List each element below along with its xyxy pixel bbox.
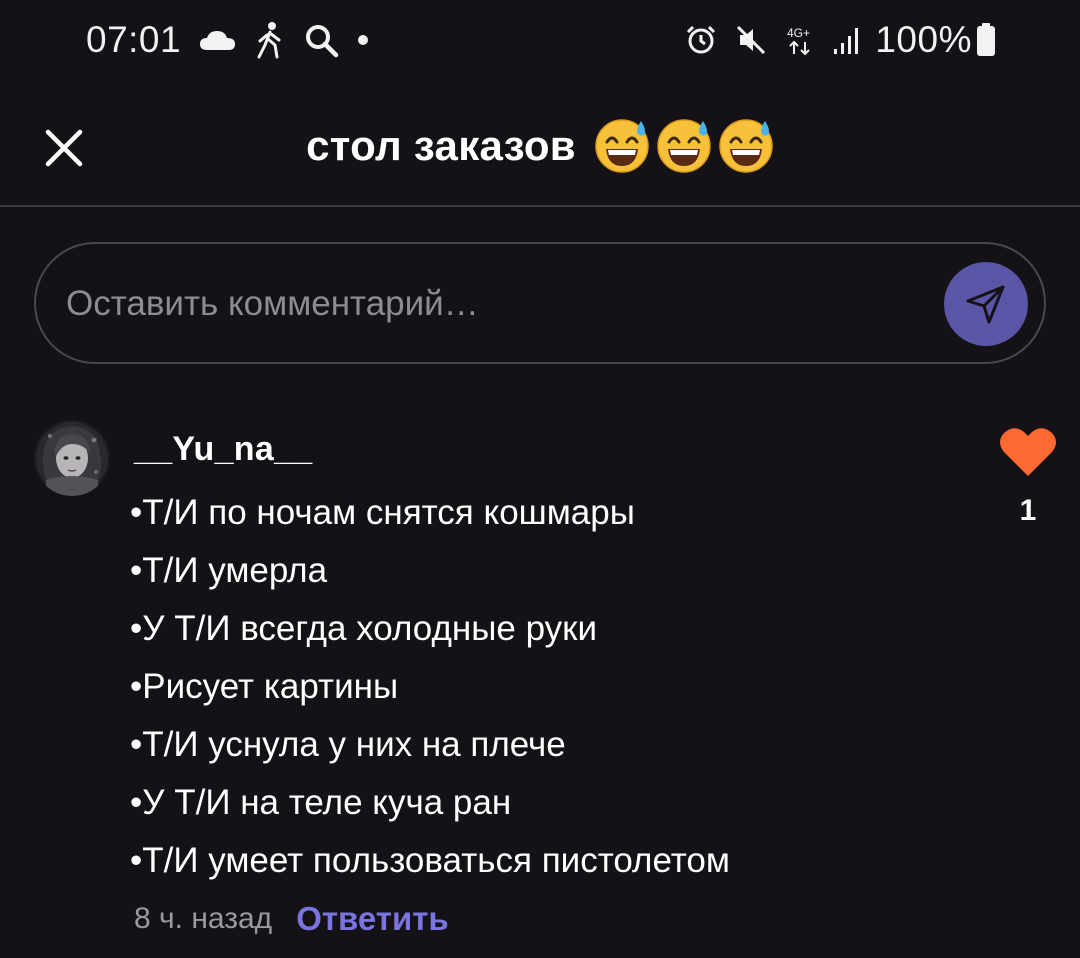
status-left: 07:01 (86, 16, 369, 64)
screen: 07:01 4G+ 100% стол заказов Оставить ком… (0, 0, 1080, 958)
heart-icon[interactable] (998, 426, 1058, 478)
sweat-smile-emoji-icon (719, 119, 773, 173)
comment-body: •Т/И по ночам снятся кошмары •Т/И умерла… (130, 488, 930, 894)
comment-line: •У Т/И всегда холодные руки (130, 609, 598, 648)
header-divider (0, 205, 1080, 207)
comment-input[interactable] (66, 268, 926, 340)
sweat-smile-emoji-icon (595, 119, 649, 173)
network-4g-icon: 4G+ (785, 24, 815, 56)
battery-percent: 100% (875, 19, 972, 60)
sweat-smile-emoji-icon (657, 119, 711, 173)
comment-username[interactable]: __Yu_na__ (134, 430, 313, 469)
status-right: 4G+ 100% (667, 16, 996, 64)
comment-line: •Т/И уснула у них на плече (130, 725, 566, 764)
status-time: 07:01 (86, 19, 182, 60)
header: стол заказов (0, 80, 1080, 206)
reply-button[interactable]: Ответить (296, 900, 449, 938)
alarm-icon (685, 24, 717, 56)
comment-timestamp: 8 ч. назад (134, 902, 273, 935)
page-title: стол заказов (306, 122, 576, 169)
cloud-icon (199, 28, 237, 52)
signal-icon (833, 25, 859, 55)
avatar-image (34, 420, 110, 496)
like-section: 1 (998, 426, 1058, 527)
comment-box[interactable] (34, 242, 1046, 364)
notification-dot-icon (357, 34, 369, 46)
walking-icon (255, 21, 285, 59)
status-bar: 07:01 4G+ 100% (0, 0, 1080, 80)
title-emojis (588, 118, 774, 174)
avatar[interactable] (34, 420, 110, 496)
send-icon[interactable] (963, 281, 1009, 327)
comment-line: •Рисует картины (130, 667, 399, 706)
comment-meta: 8 ч. назад Ответить (134, 900, 449, 938)
comment-line: •Т/И умеет пользоваться пистолетом (130, 841, 730, 880)
battery-icon (976, 23, 996, 57)
comment-line: •У Т/И на теле куча ран (130, 783, 512, 822)
comment-line: •Т/И по ночам снятся кошмары (130, 493, 635, 532)
mute-icon (735, 24, 767, 56)
search-icon (303, 22, 339, 58)
comment-line: •Т/И умерла (130, 551, 328, 590)
network-label: 4G+ (787, 26, 810, 40)
send-button[interactable] (944, 262, 1028, 346)
like-count: 1 (1019, 494, 1037, 527)
like-button[interactable] (998, 426, 1058, 478)
title-wrap: стол заказов (0, 118, 1080, 174)
